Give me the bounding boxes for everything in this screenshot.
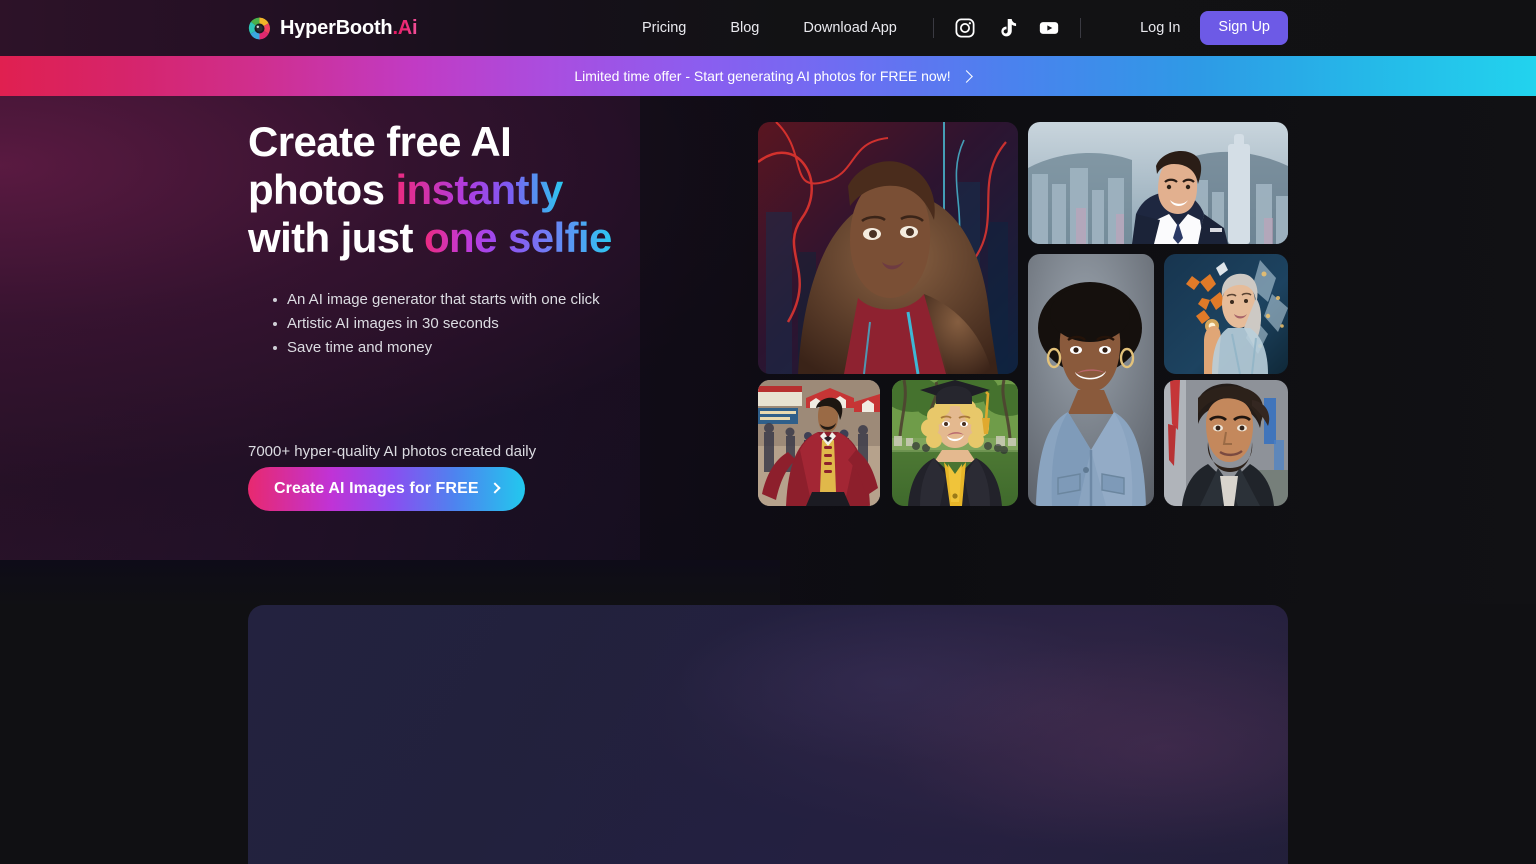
featured-panel[interactable] bbox=[248, 605, 1288, 864]
main-navigation: Pricing Blog Download App bbox=[620, 0, 1095, 56]
chevron-right-icon bbox=[489, 482, 500, 493]
nav-item-pricing[interactable]: Pricing bbox=[620, 0, 708, 56]
nav-item-download-app[interactable]: Download App bbox=[781, 0, 919, 56]
hero-gallery bbox=[758, 122, 1288, 506]
list-item: Artistic AI images in 30 seconds bbox=[248, 312, 648, 336]
headline-selfie: selfie bbox=[508, 214, 612, 261]
login-link[interactable]: Log In bbox=[1120, 20, 1200, 36]
signup-button[interactable]: Sign Up bbox=[1200, 11, 1288, 44]
cyberpunk-woman-art bbox=[758, 122, 1018, 374]
aperture-icon bbox=[248, 17, 271, 40]
social-links bbox=[948, 17, 1066, 39]
feature-list: An AI image generator that starts with o… bbox=[248, 288, 648, 360]
nav-divider-2 bbox=[1080, 18, 1081, 38]
smiling-woman-denim-art bbox=[1028, 254, 1154, 506]
headline-plain-2: with just bbox=[248, 214, 424, 261]
brand-name: HyperBooth.Ai bbox=[280, 18, 417, 38]
list-item: An AI image generator that starts with o… bbox=[248, 288, 648, 312]
page-title: Create free AI photos instantly with jus… bbox=[248, 118, 648, 262]
lower-background-tint bbox=[0, 560, 780, 608]
chevron-right-icon bbox=[960, 70, 973, 83]
tiktok-icon[interactable] bbox=[996, 17, 1018, 39]
create-ai-images-label: Create AI Images for FREE bbox=[274, 480, 479, 498]
daily-photo-stat: 7000+ hyper-quality AI photos created da… bbox=[248, 443, 536, 460]
promo-banner-content:  Limited time offer - Start generating… bbox=[565, 68, 970, 84]
list-item: Save time and money bbox=[248, 336, 648, 360]
butterfly-woman-art bbox=[1164, 254, 1288, 374]
businessman-skyline-art bbox=[1028, 122, 1288, 244]
headline-instantly: instantly bbox=[395, 166, 562, 213]
businessman-skyline-photo[interactable] bbox=[1028, 122, 1288, 244]
promo-banner[interactable]:  Limited time offer - Start generating… bbox=[0, 56, 1536, 96]
instagram-icon[interactable] bbox=[954, 17, 976, 39]
cyberpunk-woman-photo[interactable] bbox=[758, 122, 1018, 374]
hero-copy: Create free AI photos instantly with jus… bbox=[248, 118, 648, 360]
create-ai-images-button[interactable]: Create AI Images for FREE bbox=[248, 467, 525, 511]
brand-logo[interactable]: HyperBooth.Ai bbox=[248, 17, 417, 40]
headline-one: one bbox=[424, 214, 497, 261]
promo-text: Limited time offer - Start generating AI… bbox=[574, 68, 950, 84]
header-actions: Log In Sign Up bbox=[1120, 11, 1288, 44]
page-root: HyperBooth.Ai Pricing Blog Download App bbox=[0, 0, 1536, 864]
brand-name-main: HyperBooth bbox=[280, 17, 392, 39]
graduate-woman-art bbox=[892, 380, 1018, 506]
smiling-woman-denim-photo[interactable] bbox=[1028, 254, 1154, 506]
graduate-woman-photo[interactable] bbox=[892, 380, 1018, 506]
painted-man-art bbox=[1164, 380, 1288, 506]
promo-emoji:  bbox=[565, 68, 567, 84]
showman-circus-art bbox=[758, 380, 880, 506]
youtube-icon[interactable] bbox=[1038, 17, 1060, 39]
painted-man-photo[interactable] bbox=[1164, 380, 1288, 506]
brand-name-suffix: .Ai bbox=[392, 17, 417, 39]
nav-item-blog[interactable]: Blog bbox=[708, 0, 781, 56]
butterfly-woman-photo[interactable] bbox=[1164, 254, 1288, 374]
nav-divider-1 bbox=[933, 18, 934, 38]
showman-circus-photo[interactable] bbox=[758, 380, 880, 506]
site-header: HyperBooth.Ai Pricing Blog Download App bbox=[0, 0, 1536, 56]
